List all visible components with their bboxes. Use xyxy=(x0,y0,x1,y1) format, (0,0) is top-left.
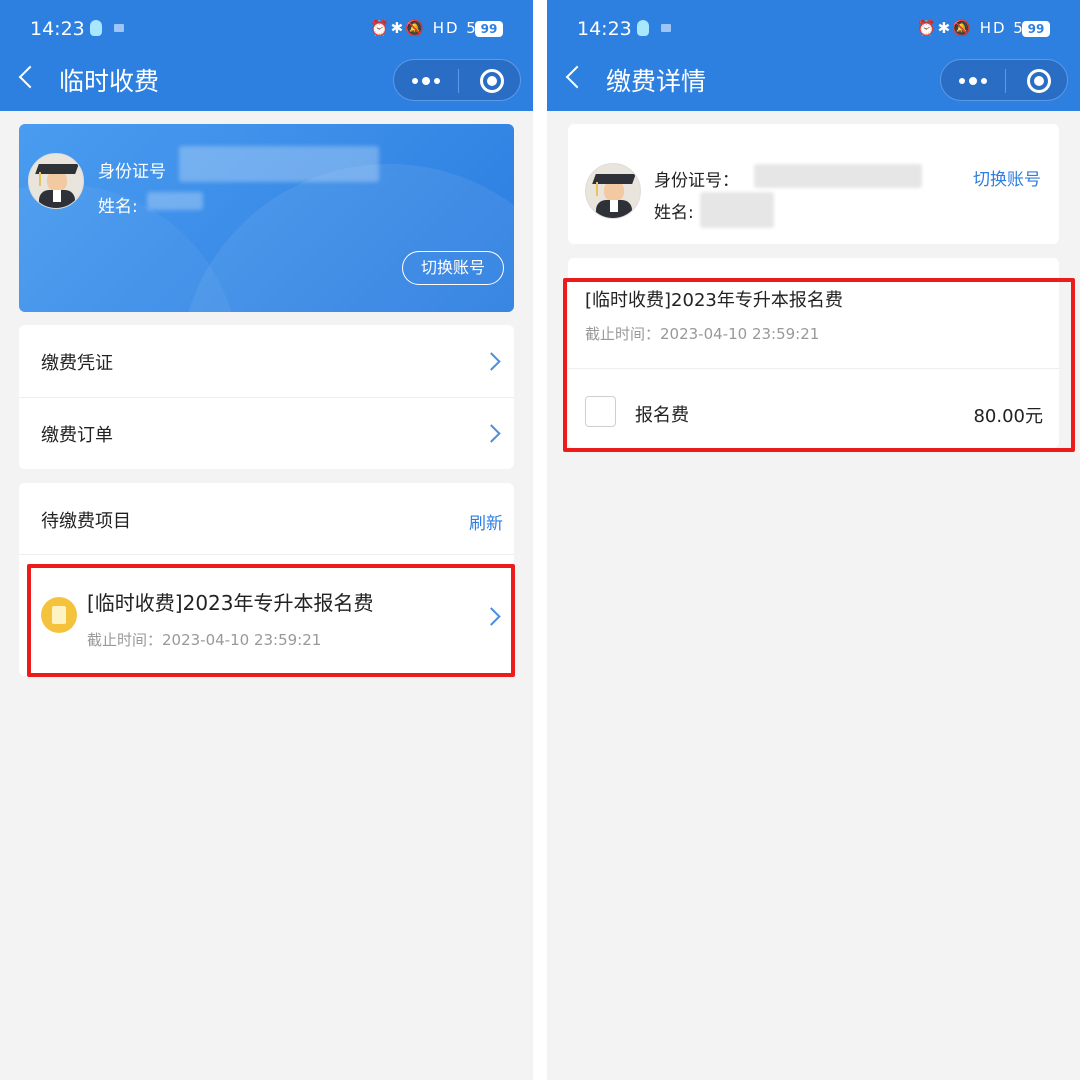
back-chevron-icon[interactable] xyxy=(565,65,589,89)
page-title: 缴费详情 xyxy=(606,67,707,96)
mini-program-capsule xyxy=(940,59,1068,101)
menu-item-payment-orders[interactable]: 缴费订单 xyxy=(19,397,514,469)
notification-icon xyxy=(90,20,102,36)
id-number-label: 身份证号： xyxy=(654,171,739,191)
phone-screen-payment-details: 14:23 ⏰✱🔕 HD 5G 99 缴费详情 身份证号： 姓名: 切换账号 [… xyxy=(547,0,1080,1080)
switch-account-link[interactable]: 切换账号 xyxy=(973,165,1041,190)
redacted-id-number xyxy=(179,146,379,182)
battery-icon: 99 xyxy=(1022,21,1050,37)
battery-icon: 99 xyxy=(475,21,503,37)
menu-item-label: 缴费订单 xyxy=(41,425,113,446)
notification-icon xyxy=(637,20,649,36)
more-dots-icon[interactable] xyxy=(412,77,442,85)
status-time: 14:23 xyxy=(30,18,85,40)
section-title: 待缴费项目 xyxy=(41,511,131,532)
top-bar: 14:23 ⏰✱🔕 HD 5G 99 缴费详情 xyxy=(547,0,1080,111)
name-label: 姓名: xyxy=(654,203,694,223)
more-dots-icon[interactable] xyxy=(959,77,989,85)
status-time: 14:23 xyxy=(577,18,632,40)
switch-account-button[interactable]: 切换账号 xyxy=(402,251,504,285)
id-number-label: 身份证号 xyxy=(98,162,166,182)
top-bar: 14:23 ⏰✱🔕 HD 5G 99 临时收费 xyxy=(0,0,533,111)
chevron-right-icon xyxy=(482,352,501,371)
close-target-icon[interactable] xyxy=(1027,69,1051,93)
close-target-icon[interactable] xyxy=(480,69,504,93)
capsule-divider xyxy=(1005,69,1006,93)
phone-screen-temporary-fees: 14:23 ⏰✱🔕 HD 5G 99 临时收费 身份证号 姓名: 切换账号 缴费… xyxy=(0,0,533,1080)
chevron-right-icon xyxy=(482,424,501,443)
screenshot-composite: 14:23 ⏰✱🔕 HD 5G 99 临时收费 身份证号 姓名: 切换账号 缴费… xyxy=(0,0,1080,1080)
message-icon xyxy=(661,24,671,32)
redacted-name xyxy=(147,192,203,210)
name-label: 姓名: xyxy=(98,197,138,217)
menu-card: 缴费凭证 缴费订单 xyxy=(19,325,514,469)
highlight-box xyxy=(563,278,1075,452)
status-icons: ⏰✱🔕 HD 5G xyxy=(917,19,1039,37)
card-decoration xyxy=(179,164,514,312)
highlight-box xyxy=(27,564,515,677)
status-icons: ⏰✱🔕 HD 5G xyxy=(370,19,492,37)
menu-item-label: 缴费凭证 xyxy=(41,353,113,374)
redacted-name xyxy=(700,192,774,228)
profile-card: 身份证号： 姓名: 切换账号 xyxy=(568,124,1059,244)
menu-item-payment-voucher[interactable]: 缴费凭证 xyxy=(19,325,514,397)
back-chevron-icon[interactable] xyxy=(18,65,42,89)
refresh-link[interactable]: 刷新 xyxy=(469,509,503,534)
message-icon xyxy=(114,24,124,32)
profile-card: 身份证号 姓名: 切换账号 xyxy=(19,124,514,312)
mini-program-capsule xyxy=(393,59,521,101)
page-title: 临时收费 xyxy=(59,67,160,96)
capsule-divider xyxy=(458,69,459,93)
avatar xyxy=(585,163,641,219)
avatar xyxy=(28,153,84,209)
redacted-id-number xyxy=(754,164,922,188)
